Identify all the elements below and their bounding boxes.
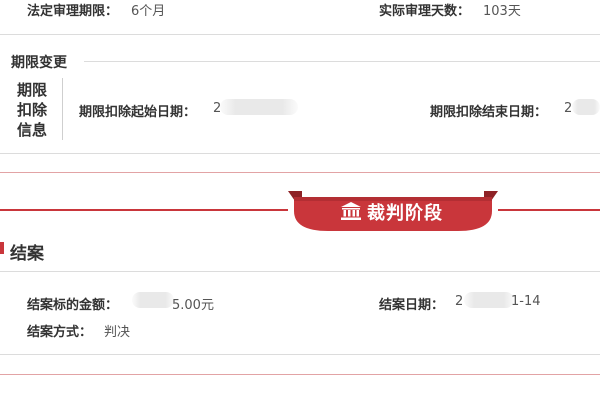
legal-period-value: 6个月 bbox=[131, 4, 166, 19]
actual-days-value: 103天 bbox=[483, 4, 521, 19]
actual-days-label: 实际审理天数： bbox=[379, 4, 471, 19]
closing-date-label: 结案日期： bbox=[379, 298, 445, 313]
divider bbox=[0, 271, 600, 272]
redacted-mask bbox=[220, 99, 298, 115]
method-label: 结案方式： bbox=[27, 325, 93, 340]
period-change-title: 期限变更 bbox=[11, 55, 67, 71]
section-marker bbox=[0, 242, 4, 254]
method-value: 判决 bbox=[104, 325, 131, 340]
stage-top-line bbox=[0, 172, 600, 173]
redacted-mask bbox=[572, 99, 600, 115]
redacted-mask bbox=[464, 292, 514, 308]
deduct-end-value: 2 bbox=[564, 101, 573, 116]
deduct-info-label: 期限 扣除 信息 bbox=[14, 80, 50, 140]
vertical-divider bbox=[62, 78, 63, 140]
courthouse-icon bbox=[341, 202, 361, 220]
deduct-info-label-line: 期限 bbox=[16, 81, 47, 99]
divider bbox=[0, 354, 600, 355]
divider bbox=[0, 153, 600, 154]
deduct-info-label-line: 扣除 bbox=[16, 101, 47, 119]
amount-value: 5.00元 bbox=[172, 298, 214, 313]
stage-line-left bbox=[0, 209, 288, 211]
stage-banner-label: 裁判阶段 bbox=[367, 203, 443, 224]
legal-period-label: 法定审理期限： bbox=[27, 4, 119, 19]
deduct-info-label-line: 信息 bbox=[16, 121, 47, 139]
amount-label: 结案标的金额： bbox=[27, 298, 119, 313]
divider bbox=[0, 34, 600, 35]
stage-line-right bbox=[498, 209, 600, 211]
stage-top-line bbox=[0, 374, 600, 375]
closing-date-value: 2 bbox=[455, 294, 464, 309]
redacted-mask bbox=[132, 292, 174, 308]
deduct-start-label: 期限扣除起始日期： bbox=[79, 105, 197, 120]
closing-title: 结案 bbox=[10, 244, 44, 264]
closing-date-value-tail: 1-14 bbox=[511, 294, 541, 309]
section-title-line bbox=[84, 61, 600, 62]
deduct-end-label: 期限扣除结束日期： bbox=[430, 105, 548, 120]
